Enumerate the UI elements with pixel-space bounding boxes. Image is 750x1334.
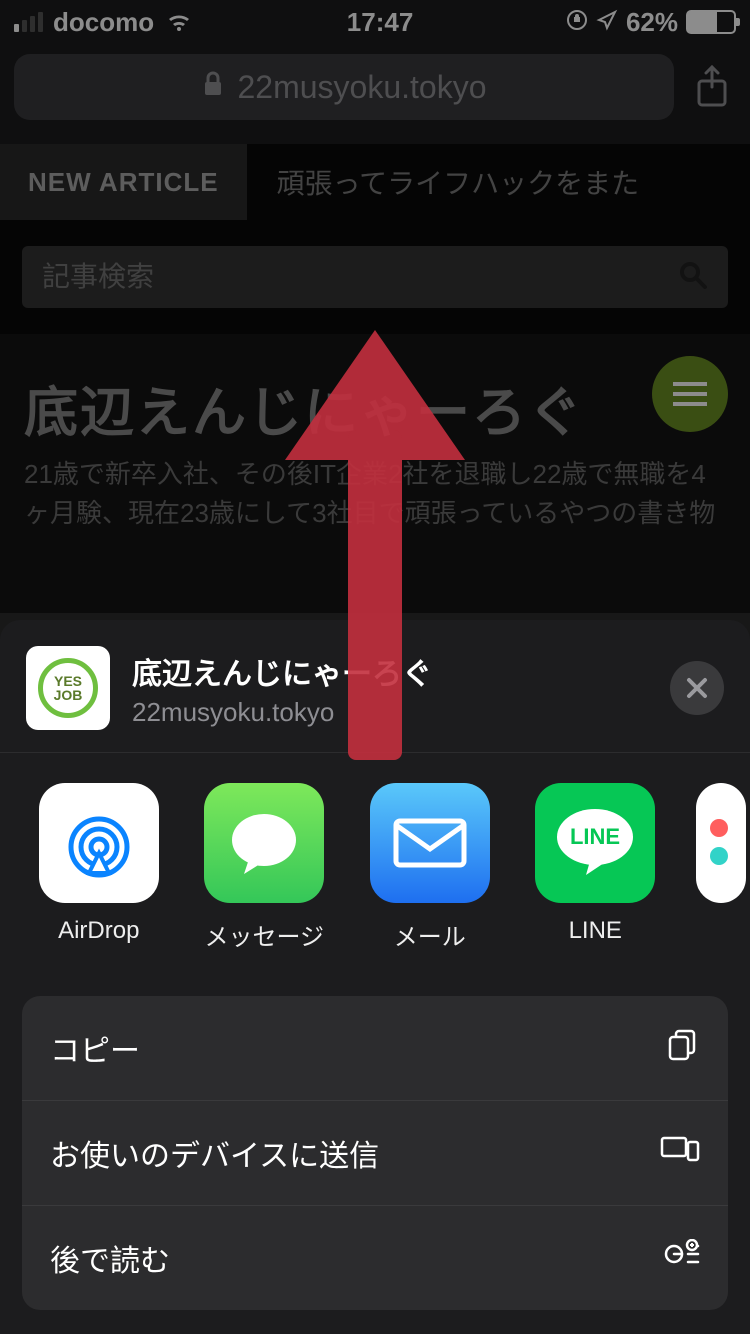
app-label: メール xyxy=(394,917,466,952)
app-label: AirDrop xyxy=(58,917,139,945)
share-subtitle: 22musyoku.tokyo xyxy=(132,697,432,728)
share-thumbnail: YES JOB xyxy=(26,646,110,730)
reading-list-icon xyxy=(664,1239,700,1277)
action-label: 後で読む xyxy=(50,1236,170,1280)
share-actions-list: コピー お使いのデバイスに送信 後で読む xyxy=(22,996,728,1310)
share-app-line[interactable]: LINE LINE xyxy=(531,783,661,952)
action-send-to-device[interactable]: お使いのデバイスに送信 xyxy=(22,1100,728,1205)
action-label: お使いのデバイスに送信 xyxy=(50,1131,379,1175)
share-app-messages[interactable]: メッセージ xyxy=(200,783,330,952)
share-app-more-peek[interactable] xyxy=(696,783,716,952)
close-button[interactable] xyxy=(670,661,724,715)
thumb-text-2: JOB xyxy=(54,688,83,702)
devices-icon xyxy=(660,1134,700,1172)
messages-icon xyxy=(204,783,324,903)
action-read-later[interactable]: 後で読む xyxy=(22,1205,728,1310)
share-app-airdrop[interactable]: AirDrop xyxy=(34,783,164,952)
action-copy[interactable]: コピー xyxy=(22,996,728,1100)
share-apps-row[interactable]: AirDrop メッセージ メール LINE LINE xyxy=(0,753,750,972)
thumb-text-1: YES xyxy=(54,674,82,688)
mail-icon xyxy=(370,783,490,903)
airdrop-icon xyxy=(39,783,159,903)
app-label: メッセージ xyxy=(204,917,324,952)
copy-icon xyxy=(666,1027,700,1069)
share-title: 底辺えんじにゃーろぐ xyxy=(132,649,432,693)
share-app-mail[interactable]: メール xyxy=(365,783,495,952)
line-icon: LINE xyxy=(535,783,655,903)
share-sheet: YES JOB 底辺えんじにゃーろぐ 22musyoku.tokyo AirDr… xyxy=(0,620,750,1334)
svg-text:LINE: LINE xyxy=(570,824,620,849)
app-label: LINE xyxy=(569,917,622,945)
action-label: コピー xyxy=(50,1026,140,1070)
